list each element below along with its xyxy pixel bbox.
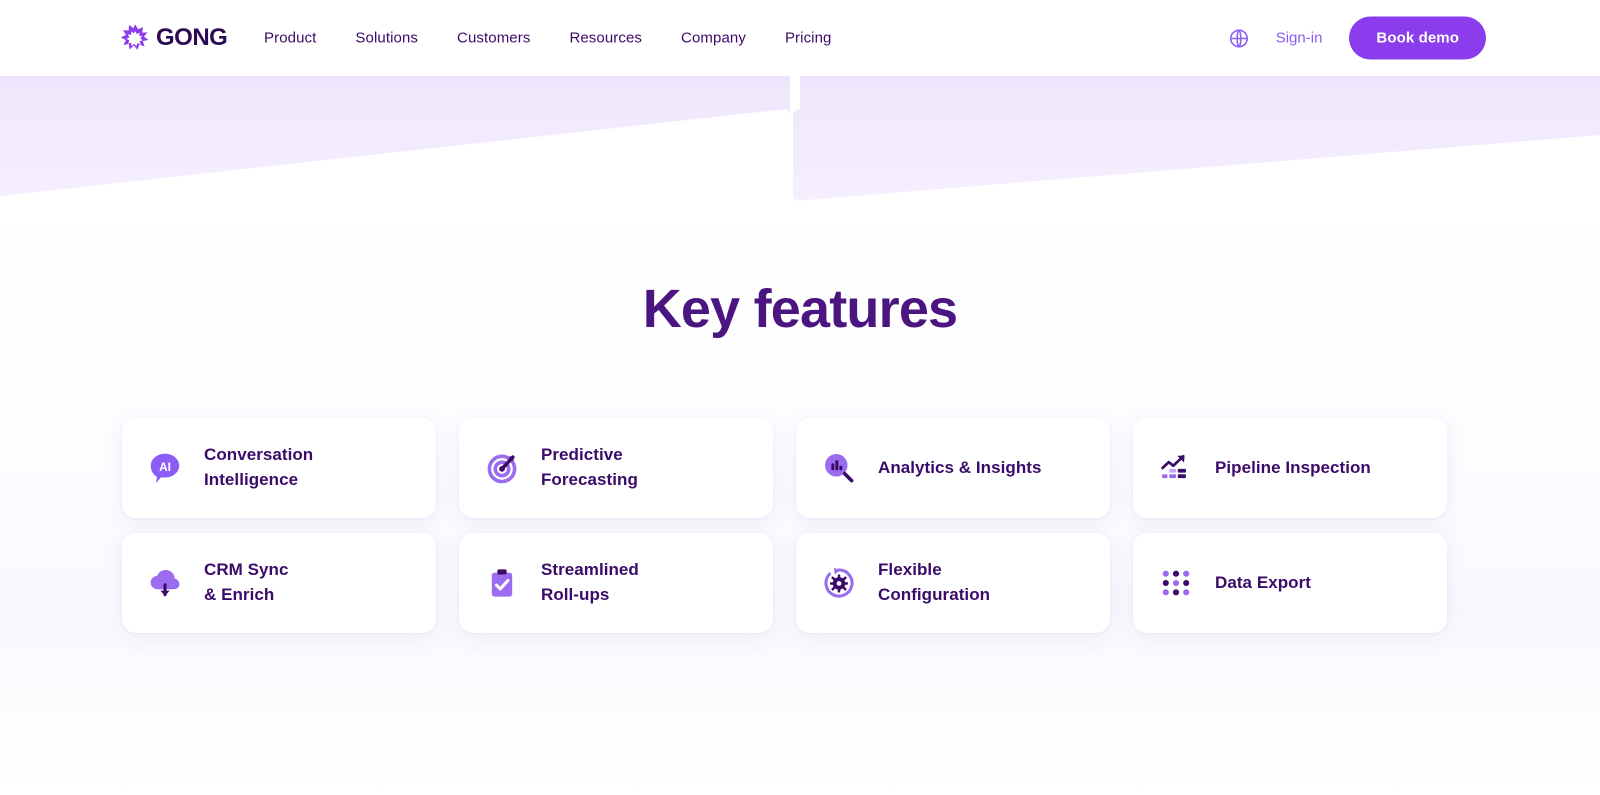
feature-card-label: Conversation Intelligence xyxy=(204,445,314,489)
feature-card-data-export[interactable]: Data Export xyxy=(1133,533,1447,633)
feature-card-streamlined-rollups[interactable]: Streamlined Roll-ups xyxy=(459,533,773,633)
nav-item-solutions[interactable]: Solutions xyxy=(355,30,418,47)
nav-item-resources[interactable]: Resources xyxy=(569,30,642,47)
ai-speech-bubble-icon: AI xyxy=(144,447,186,489)
target-arrow-icon xyxy=(481,447,523,489)
nav-item-company[interactable]: Company xyxy=(681,30,746,47)
feature-card-predictive-forecasting[interactable]: Predictive Forecasting xyxy=(459,418,773,518)
feature-card-label: CRM Sync & Enrich xyxy=(204,560,289,604)
page-root: GONG Product Solutions Customers Resourc… xyxy=(0,0,1600,795)
cloud-download-icon xyxy=(144,562,186,604)
feature-card-label: Flexible Configuration xyxy=(878,560,991,604)
dot-grid-icon xyxy=(1155,562,1197,604)
feature-card-label: Streamlined Roll-ups xyxy=(541,560,639,604)
nav-item-customers[interactable]: Customers xyxy=(457,30,530,47)
feature-card-pipeline-inspection[interactable]: Pipeline Inspection xyxy=(1133,418,1447,518)
gong-logo[interactable]: GONG xyxy=(120,23,228,53)
feature-card-label: Data Export xyxy=(1215,572,1311,592)
signin-link[interactable]: Sign-in xyxy=(1276,30,1323,47)
page-title: Key features xyxy=(642,279,958,339)
globe-icon[interactable] xyxy=(1224,23,1254,53)
book-demo-button[interactable]: Book demo xyxy=(1349,16,1486,60)
nav-item-pricing[interactable]: Pricing xyxy=(785,30,832,47)
trending-up-funnel-icon xyxy=(1155,447,1197,489)
feature-card-conversation-intelligence[interactable]: AI Conversation Intelligence xyxy=(122,418,436,518)
clipboard-check-icon xyxy=(481,562,523,604)
feature-card-label: Pipeline Inspection xyxy=(1215,457,1371,477)
hero-decorative-band xyxy=(0,76,1600,201)
primary-nav: Product Solutions Customers Resources Co… xyxy=(264,30,832,47)
site-header: GONG Product Solutions Customers Resourc… xyxy=(0,0,1600,76)
feature-card-label: Analytics & Insights xyxy=(878,457,1042,477)
logo-wordmark: GONG xyxy=(156,24,228,51)
header-actions: Sign-in Book demo xyxy=(1224,16,1486,60)
feature-card-analytics-insights[interactable]: Analytics & Insights xyxy=(796,418,1110,518)
nav-item-product[interactable]: Product xyxy=(264,30,316,47)
feature-card-crm-sync-enrich[interactable]: CRM Sync & Enrich xyxy=(122,533,436,633)
key-features-section: Key features AI Conversation Intelligenc… xyxy=(0,201,1600,795)
gear-refresh-icon xyxy=(818,562,860,604)
svg-text:AI: AI xyxy=(159,460,171,474)
gong-starburst-icon xyxy=(120,23,150,53)
feature-card-flexible-configuration[interactable]: Flexible Configuration xyxy=(796,533,1110,633)
features-grid: AI Conversation Intelligence Predictive … xyxy=(122,418,1448,633)
magnifier-bar-chart-icon xyxy=(818,447,860,489)
feature-card-label: Predictive Forecasting xyxy=(541,445,638,489)
